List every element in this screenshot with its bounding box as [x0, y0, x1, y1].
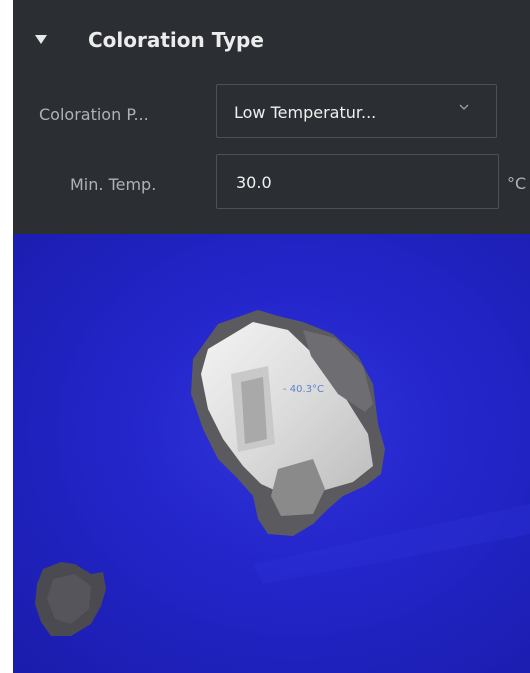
- coloration-palette-value: Low Temperatur...: [234, 103, 377, 122]
- object-window-inner: [241, 377, 267, 444]
- coloration-palette-label: Coloration P...: [39, 105, 149, 124]
- caret-down-icon[interactable]: [35, 35, 47, 44]
- section-header-coloration-type[interactable]: Coloration Type: [13, 8, 530, 66]
- min-temp-input[interactable]: 30.0: [216, 154, 499, 209]
- coloration-palette-select[interactable]: Low Temperatur...: [216, 84, 497, 138]
- thermal-image-view[interactable]: - 40.3°C: [13, 234, 530, 673]
- thermal-image: [35, 264, 530, 636]
- settings-panel: Coloration Type Coloration P... Low Temp…: [13, 0, 530, 234]
- min-temp-label: Min. Temp.: [70, 175, 157, 194]
- chevron-down-icon: [458, 101, 470, 117]
- coloration-settings-screen: Coloration Type Coloration P... Low Temp…: [0, 0, 530, 673]
- min-temp-value: 30.0: [236, 173, 272, 192]
- min-temp-unit: °C: [507, 174, 527, 193]
- section-title: Coloration Type: [88, 28, 264, 52]
- spot-temperature-readout: - 40.3°C: [283, 384, 325, 395]
